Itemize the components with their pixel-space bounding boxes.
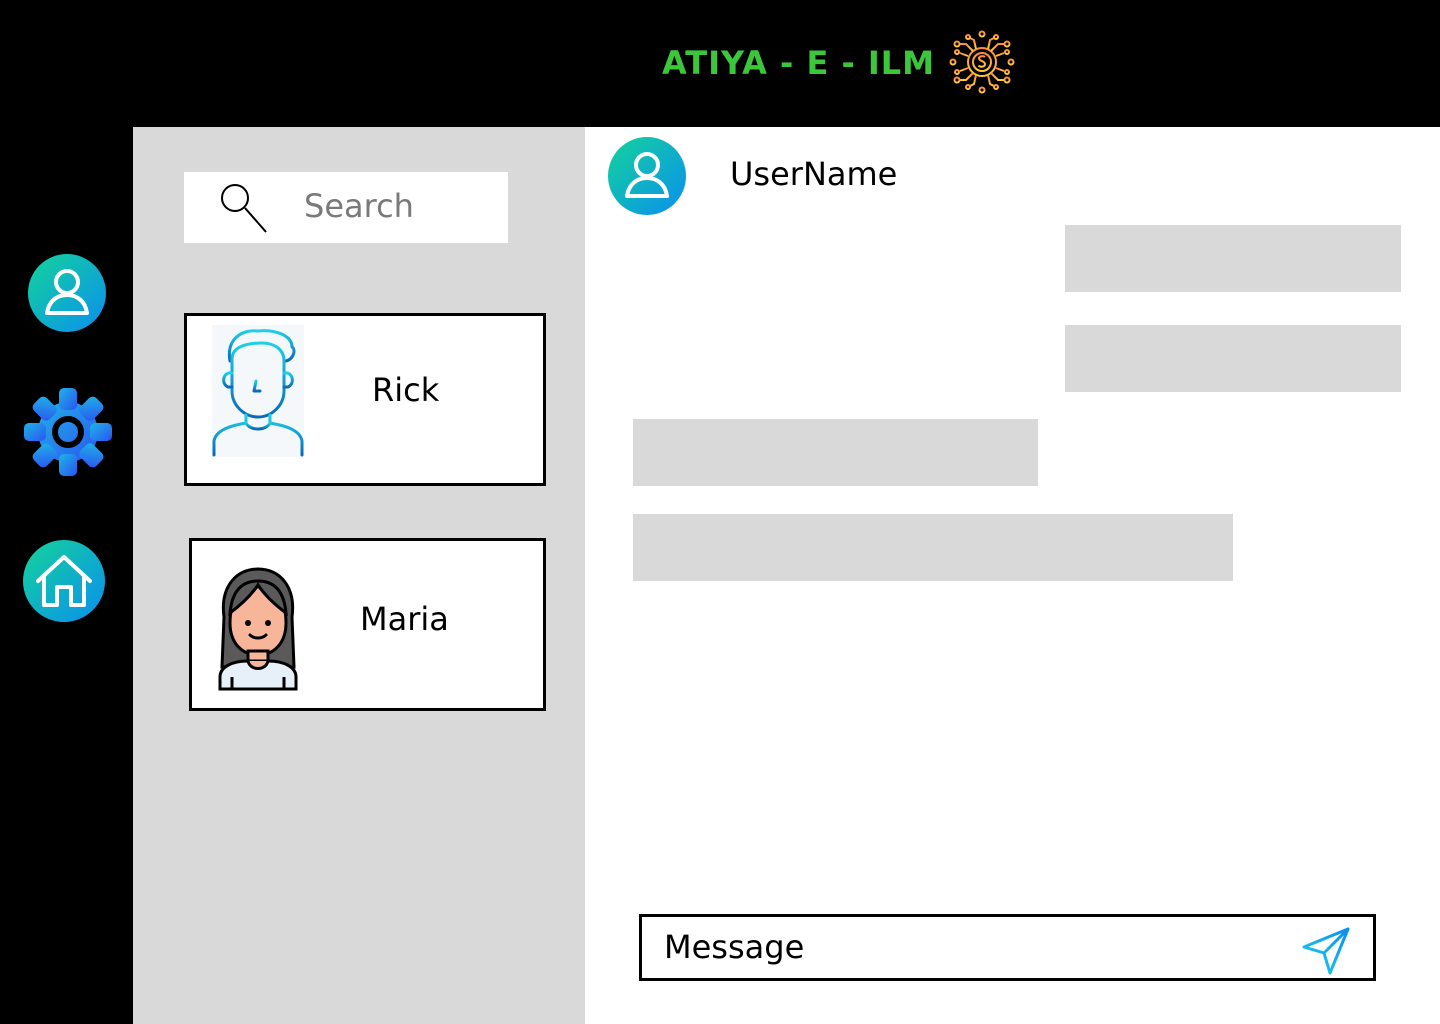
- message-input[interactable]: [664, 923, 1264, 971]
- contacts-panel: Rick Maria: [133, 127, 585, 1024]
- contact-name-maria: Maria: [360, 600, 449, 638]
- send-paper-plane-icon[interactable]: [1300, 925, 1352, 977]
- settings-gear-icon[interactable]: [22, 386, 114, 478]
- search-input[interactable]: [304, 182, 494, 230]
- user-avatar-icon[interactable]: [607, 136, 687, 216]
- message-bubble-sent: [1065, 325, 1401, 392]
- search-box: [184, 172, 508, 243]
- chat-username: UserName: [730, 155, 898, 193]
- left-navigation-rail: [0, 127, 133, 1024]
- home-icon[interactable]: [22, 539, 106, 623]
- message-bubble-received: [633, 514, 1233, 581]
- message-composer: [639, 914, 1376, 981]
- female-avatar-icon: [218, 567, 298, 691]
- chat-panel: UserName: [585, 127, 1440, 1024]
- search-icon: [221, 184, 267, 233]
- contact-name-rick: Rick: [372, 371, 440, 409]
- contact-card-maria[interactable]: Maria: [189, 538, 546, 711]
- top-bar: ATIYA - E - ILM: [0, 0, 1440, 127]
- male-avatar-icon: [212, 325, 304, 457]
- contact-card-rick[interactable]: Rick: [184, 313, 546, 486]
- circuit-dollar-icon: [949, 30, 1015, 94]
- profile-icon[interactable]: [27, 253, 107, 333]
- message-bubble-received: [633, 419, 1038, 486]
- message-bubble-sent: [1065, 225, 1401, 292]
- app-title: ATIYA - E - ILM: [662, 44, 936, 82]
